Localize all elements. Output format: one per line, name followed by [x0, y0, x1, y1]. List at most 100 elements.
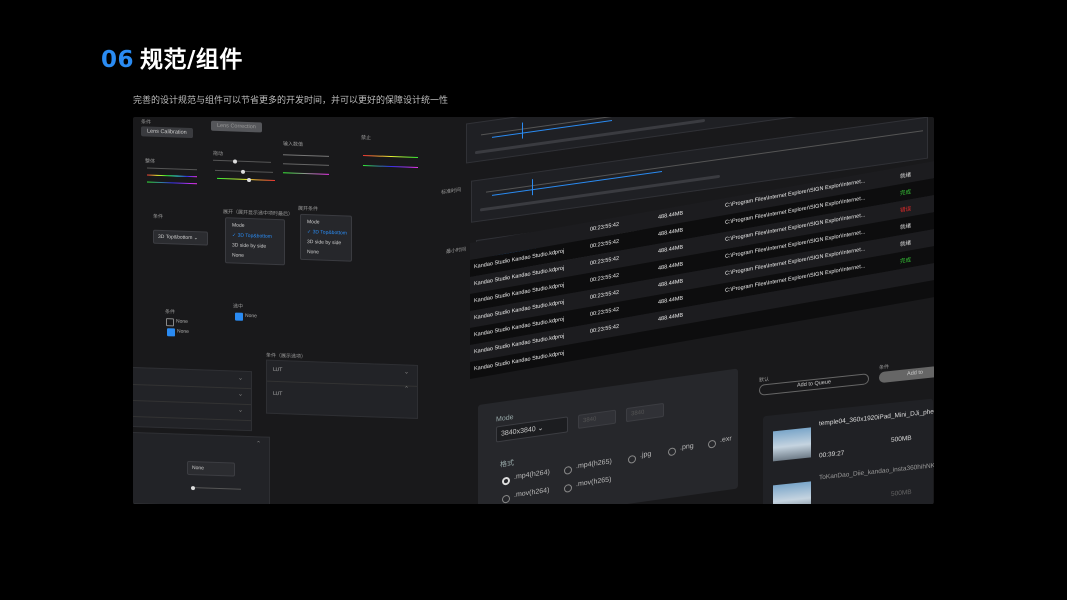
radio-selected[interactable] — [502, 476, 510, 486]
controls-panel: 条件 Lens Calibration Lens Correction 禁止 整… — [133, 117, 433, 504]
slider-knob-3[interactable] — [247, 177, 251, 182]
mode-select[interactable]: 3D Top&bottom ⌄ — [153, 229, 208, 246]
disabled-slider — [363, 155, 418, 158]
slider-knob-2[interactable] — [241, 169, 245, 174]
file-duration: 00:23:55:42 — [590, 289, 620, 301]
file-size: 500MB — [891, 488, 912, 498]
add-to-queue-button[interactable]: Add to Queue — [759, 373, 869, 396]
format-option[interactable]: .png — [680, 443, 694, 452]
chevron-down-icon: ⌄ — [537, 424, 544, 433]
format-label: 格式 — [500, 459, 514, 469]
format-option[interactable]: .mov(h264) — [514, 487, 549, 499]
file-size: 488.44MB — [658, 278, 684, 289]
queue-panel: 默认 Add to Queue 条件 Add to temple04_360x1… — [757, 354, 934, 504]
menu1-label: 展开（展开显示选中项时最后） — [223, 209, 294, 218]
chevron-up-icon[interactable]: ⌃ — [256, 440, 261, 447]
file-size: 488.44MB — [658, 210, 684, 221]
checkbox-checked[interactable] — [167, 328, 175, 337]
menu-item-label: 3D Top&bottom — [237, 232, 272, 240]
status-badge: 就绪 — [900, 223, 912, 232]
lens-calibration-button[interactable]: Lens Calibration — [141, 126, 193, 139]
format-option[interactable]: .exr — [720, 435, 732, 444]
radio[interactable] — [708, 439, 716, 449]
playhead[interactable] — [532, 179, 533, 196]
status-badge: 完成 — [900, 189, 912, 198]
lut-item[interactable]: LUT — [273, 391, 282, 397]
checkbox-label: 条件 — [165, 309, 176, 316]
selection-range — [492, 170, 662, 196]
settings-accordion: ⌃ None — [133, 431, 270, 504]
accordion-panel: ⌄ ⌄ ⌄ — [133, 366, 252, 432]
file-name: ToKanDao_Diie_kandao_insta360hihNKH1_945… — [819, 458, 934, 482]
chevron-down-icon[interactable]: ⌄ — [238, 375, 243, 382]
radio[interactable] — [628, 454, 636, 464]
checkbox-text: None — [176, 318, 188, 325]
slider-knob[interactable] — [191, 485, 195, 490]
file-duration: 00:23:55:42 — [590, 255, 620, 267]
radio[interactable] — [564, 483, 572, 493]
slider-label-drag: 拖动 — [213, 150, 224, 158]
file-size: 488.44MB — [658, 244, 684, 255]
color-slider[interactable] — [147, 181, 197, 185]
drag-slider-3[interactable] — [217, 177, 275, 182]
video-thumbnail — [773, 481, 811, 504]
format-option[interactable]: .mp4(h265) — [576, 458, 612, 470]
chevron-up-icon[interactable]: ⌃ — [404, 385, 409, 392]
section-title: 规范/组件 — [140, 47, 243, 73]
format-option[interactable]: .mov(h265) — [576, 476, 611, 488]
slider-1[interactable] — [147, 167, 197, 171]
file-size: 488.44MB — [658, 261, 684, 272]
file-duration: 00:23:55:42 — [590, 238, 620, 250]
chevron-down-icon[interactable]: ⌄ — [238, 391, 243, 398]
height-input[interactable]: 3840 — [626, 402, 664, 423]
format-option[interactable]: .mp4(h264) — [514, 469, 550, 481]
mode-select-value: 3D Top&bottom — [158, 233, 193, 242]
status-badge: 就绪 — [900, 240, 912, 249]
chevron-down-icon[interactable]: ⌄ — [404, 368, 409, 375]
drag-slider-2[interactable] — [215, 169, 273, 174]
none-select-value: None — [192, 465, 204, 472]
checkbox-checked[interactable] — [235, 312, 243, 321]
input-slider-3[interactable] — [283, 172, 329, 175]
divider — [133, 415, 251, 422]
status-badge: 就绪 — [900, 172, 912, 181]
checkbox[interactable] — [166, 318, 174, 327]
dropdown-menu-2: Mode ✓ 3D Top&bottom 3D side by side Non… — [300, 213, 352, 262]
ui-showcase: 条件 Lens Calibration Lens Correction 禁止 整… — [133, 117, 934, 504]
menu-item[interactable]: None — [226, 250, 284, 262]
input-slider[interactable] — [283, 154, 329, 157]
file-duration: 00:23:55:42 — [590, 306, 620, 318]
timeline-label: 最小时间 — [446, 246, 467, 256]
none-select[interactable]: None — [187, 460, 235, 477]
radio[interactable] — [564, 465, 572, 475]
input-slider-2[interactable] — [283, 163, 329, 166]
page-subtitle: 完善的设计规范与组件可以节省更多的开发时间，并可以更好的保障设计统一性 — [133, 96, 449, 106]
queue-list: temple04_360x1920iPad_Mini_DJi_phere_tb_… — [763, 398, 934, 504]
slider-knob[interactable] — [233, 158, 237, 164]
menu-item-label: 3D Top&bottom — [312, 229, 347, 237]
menu2-label: 展开条件 — [298, 205, 319, 213]
menu-item[interactable]: None — [301, 247, 351, 259]
playhead[interactable] — [522, 122, 523, 139]
format-option[interactable]: .jpg — [640, 451, 651, 460]
top-label: 条件 — [141, 119, 152, 126]
width-input[interactable]: 3840 — [578, 409, 616, 429]
radio[interactable] — [502, 494, 510, 504]
divider — [133, 399, 251, 406]
settings-slider[interactable] — [191, 485, 241, 490]
drag-slider[interactable] — [213, 158, 271, 164]
disabled-label: 禁止 — [361, 134, 372, 142]
checkbox-text: None — [177, 328, 189, 335]
lut-item[interactable]: LUT — [273, 367, 282, 373]
radio[interactable] — [668, 447, 676, 457]
chevron-down-icon[interactable]: ⌄ — [238, 407, 243, 414]
divider — [267, 380, 417, 387]
hue-slider[interactable] — [147, 174, 197, 178]
accordion-label: 条件（展示选项） — [266, 352, 307, 361]
lens-correction-button[interactable]: Lens Correction — [211, 120, 262, 133]
queue-label-2: 条件 — [879, 364, 890, 372]
file-size: 500MB — [891, 434, 912, 444]
checkbox-text: None — [245, 312, 257, 320]
file-size: 488.44MB — [658, 312, 684, 323]
status-badge: 错误 — [900, 206, 912, 215]
